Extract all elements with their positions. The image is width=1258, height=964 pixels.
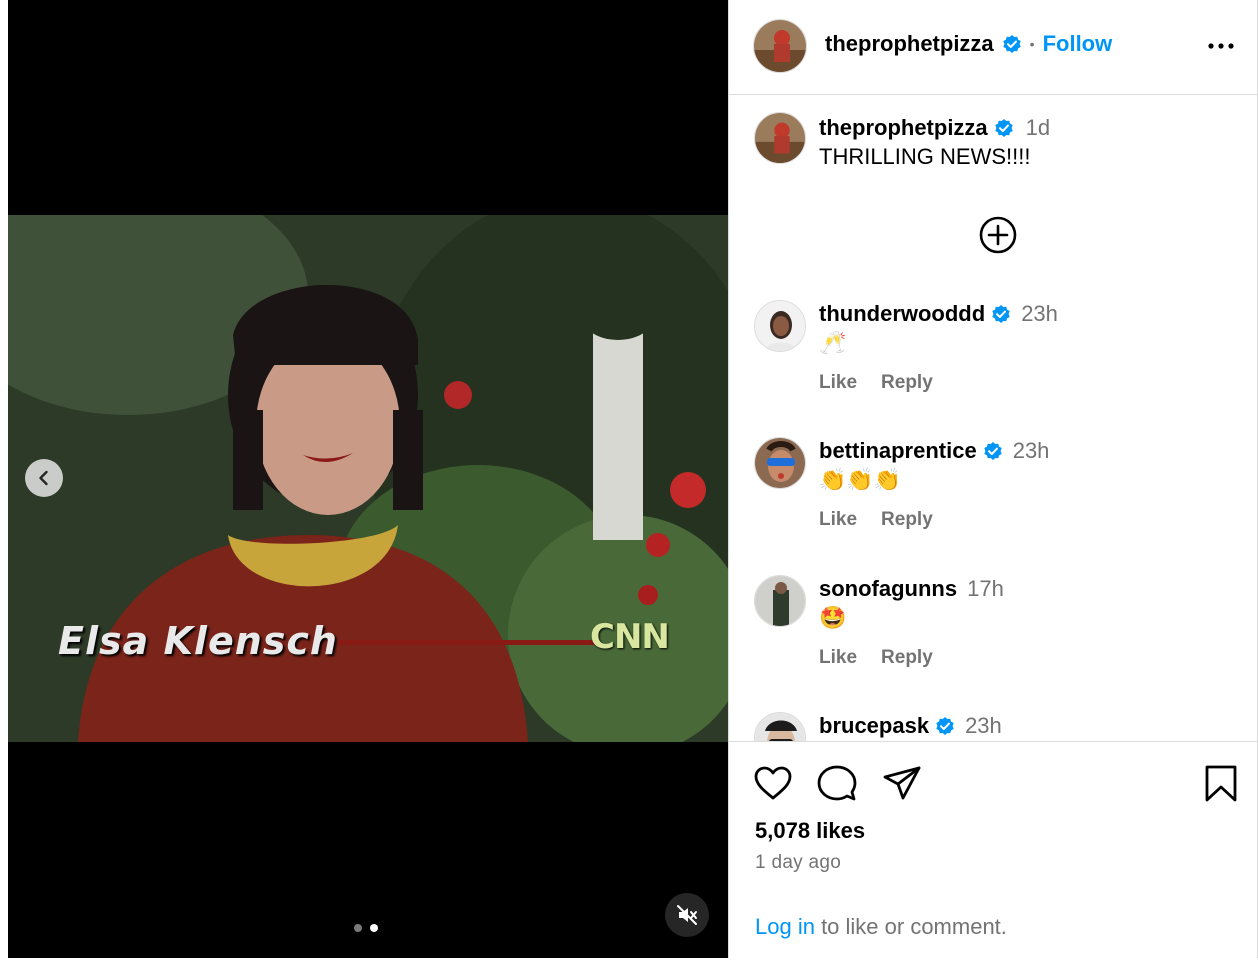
comment-text: 🤩 xyxy=(819,605,847,630)
avatar-image xyxy=(755,438,805,488)
video-frame[interactable]: Elsa Klensch CNN xyxy=(8,215,728,742)
more-options-button[interactable] xyxy=(1207,36,1237,56)
comment-time: 17h xyxy=(967,576,1004,601)
login-link[interactable]: Log in xyxy=(755,914,815,939)
avatar-image xyxy=(755,576,805,626)
comment-reply-button[interactable]: Reply xyxy=(881,647,933,669)
commenter-username[interactable]: bettinaprentice xyxy=(819,438,977,464)
comment-item: sonofagunns 17h 🤩 Like Reply xyxy=(729,573,1258,693)
add-circle-icon xyxy=(979,216,1017,254)
post-caption: theprophetpizza 1d THRILLING NEWS!!!! xyxy=(729,112,1258,192)
lower-third-bar xyxy=(338,640,598,645)
comment-like-button[interactable]: Like xyxy=(819,647,857,669)
author-username[interactable]: theprophetpizza xyxy=(825,31,994,57)
mute-icon xyxy=(677,905,697,925)
comment-like-button[interactable]: Like xyxy=(819,509,857,531)
login-prompt-text: to like or comment. xyxy=(814,914,1007,939)
caption-username[interactable]: theprophetpizza xyxy=(819,115,988,141)
comment-item: thunderwooddd 23h 🥂 Like Reply xyxy=(729,298,1258,418)
heart-icon xyxy=(754,766,792,800)
carousel-dot xyxy=(354,924,362,932)
comment-text: 👏👏👏 xyxy=(819,467,902,492)
commenter-username[interactable]: brucepask xyxy=(819,713,929,739)
lower-third-name: Elsa Klensch xyxy=(58,619,338,663)
commenter-username[interactable]: sonofagunns xyxy=(819,576,957,602)
comment-like-button[interactable]: Like xyxy=(819,372,857,394)
load-more-comments-button[interactable] xyxy=(978,215,1018,255)
follow-button[interactable]: Follow xyxy=(1043,31,1113,57)
login-prompt: Log in to like or comment. xyxy=(755,914,1007,940)
previous-slide-button[interactable] xyxy=(25,459,63,497)
commenter-avatar[interactable] xyxy=(754,437,806,489)
chevron-left-icon xyxy=(39,470,48,486)
comment-item: bettinaprentice 23h 👏👏👏 Like Reply xyxy=(729,435,1258,555)
caption-text: THRILLING NEWS!!!! xyxy=(819,144,1031,169)
post-timestamp[interactable]: 1 day ago xyxy=(755,852,841,874)
commenter-avatar[interactable] xyxy=(754,575,806,627)
like-button[interactable] xyxy=(753,764,793,804)
avatar-image xyxy=(755,113,805,163)
post-header: theprophetpizza • Follow xyxy=(729,0,1258,95)
commenter-avatar[interactable] xyxy=(754,712,806,741)
likes-count[interactable]: 5,078 likes xyxy=(755,818,865,844)
verified-icon xyxy=(994,119,1013,137)
comment-icon xyxy=(817,765,857,801)
comment-time: 23h xyxy=(965,713,1002,738)
comment-time: 23h xyxy=(1021,301,1058,326)
post-media[interactable]: Elsa Klensch CNN xyxy=(8,0,728,958)
commenter-avatar[interactable] xyxy=(754,300,806,352)
comments-list[interactable]: theprophetpizza 1d THRILLING NEWS!!!! th… xyxy=(729,96,1258,741)
verified-icon xyxy=(984,442,1002,460)
avatar-image xyxy=(755,713,805,741)
avatar-image xyxy=(755,301,805,351)
verified-icon xyxy=(1002,35,1021,53)
carousel-indicator xyxy=(354,924,378,932)
header-separator: • xyxy=(1029,36,1035,52)
caption-author-avatar[interactable] xyxy=(754,112,806,164)
comment-item: brucepask 23h xyxy=(729,710,1258,741)
comment-time: 23h xyxy=(1012,438,1050,463)
mute-toggle-button[interactable] xyxy=(665,893,709,937)
author-avatar[interactable] xyxy=(753,19,807,73)
post-actions-footer: 5,078 likes 1 day ago Log in to like or … xyxy=(729,741,1258,958)
share-icon xyxy=(883,766,921,800)
comment-button[interactable] xyxy=(817,764,857,804)
caption-time: 1d xyxy=(1025,115,1051,140)
comment-reply-button[interactable]: Reply xyxy=(881,509,933,531)
post-side-panel: theprophetpizza • Follow theprophetpizza… xyxy=(728,0,1258,958)
bookmark-icon xyxy=(1205,765,1237,802)
more-icon xyxy=(1208,43,1234,49)
carousel-dot-active xyxy=(370,924,378,932)
avatar-image xyxy=(754,20,806,72)
verified-icon xyxy=(992,305,1010,323)
verified-icon xyxy=(936,717,954,735)
commenter-username[interactable]: thunderwooddd xyxy=(819,301,985,327)
share-button[interactable] xyxy=(882,764,922,804)
comment-reply-button[interactable]: Reply xyxy=(881,372,933,394)
network-logo: CNN xyxy=(590,617,670,657)
comment-text: 🥂 xyxy=(819,330,847,355)
save-button[interactable] xyxy=(1203,764,1239,804)
